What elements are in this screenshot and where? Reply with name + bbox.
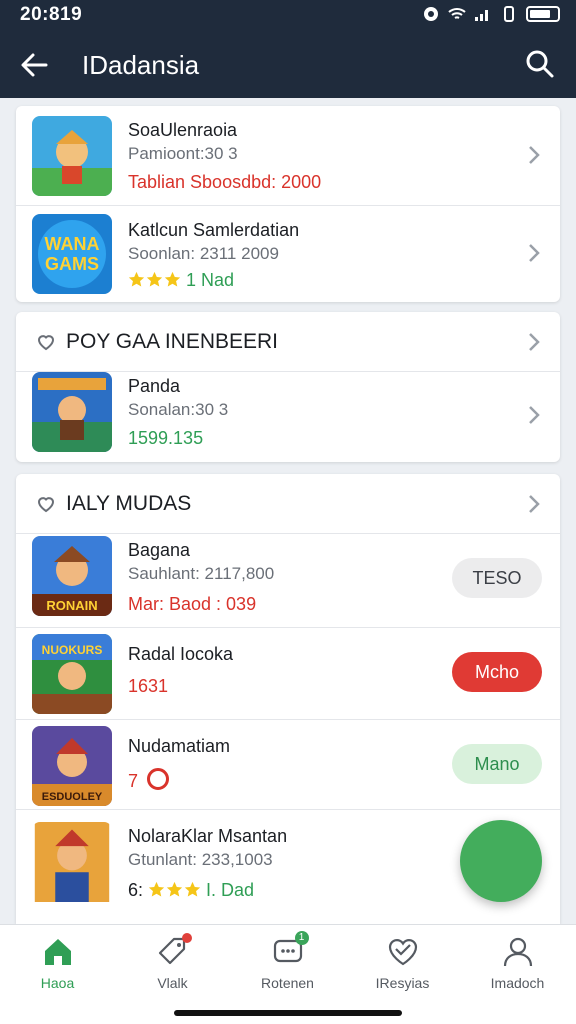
game-thumbnail: NUOKURS xyxy=(32,634,112,714)
rating-prefix: 6: xyxy=(128,880,144,900)
chevron-right-icon xyxy=(529,146,540,164)
nav-label: Imadoch xyxy=(490,975,545,991)
list-item[interactable]: SoaUlenraoia Pamioont:30 3 Tablian Sboos… xyxy=(16,106,560,206)
heart-icon xyxy=(388,939,417,966)
game-thumbnail: WANA GAMS xyxy=(32,214,112,294)
search-icon[interactable] xyxy=(524,48,556,80)
game-meta: Mar: Baod : 039 xyxy=(128,594,257,614)
game-title: Bagana xyxy=(128,540,191,560)
game-meta-value: 7 xyxy=(128,771,139,791)
thumb-label: RONAIN xyxy=(46,598,97,613)
game-subtitle: Sauhlant: 2117,800 xyxy=(128,564,275,583)
list-item[interactable]: WANA GAMS Katlcun Samlerdatian Soonlan: … xyxy=(16,206,560,302)
status-bar: 20:819 xyxy=(0,0,576,30)
tag-icon xyxy=(156,933,192,969)
game-title: Panda xyxy=(128,376,181,396)
nav-item-favorites[interactable]: IResyias xyxy=(345,935,460,991)
list-item[interactable]: NUOKURS Radal Iocoka 1631 Mcho xyxy=(16,628,560,720)
game-subtitle: Sonalan:30 3 xyxy=(128,400,229,419)
section-title: POY GAA INENBEERI xyxy=(66,330,279,353)
section-header[interactable]: POY GAA INENBEERI xyxy=(16,312,560,372)
no-entry-icon xyxy=(147,768,170,790)
chevron-right-icon xyxy=(529,333,540,351)
game-subtitle: Soonlan: 2311 2009 xyxy=(128,244,279,263)
game-thumbnail xyxy=(32,116,112,196)
section-card: POY GAA INENBEERI Panda Sonalan:30 3 159… xyxy=(16,312,560,462)
chat-icon: 1 xyxy=(271,931,309,969)
section-header[interactable]: IALY MUDAS xyxy=(16,474,560,534)
chevron-right-icon xyxy=(529,406,540,424)
nav-label: IResyias xyxy=(375,975,430,991)
game-title: SoaUlenraoia xyxy=(128,120,238,140)
game-meta: 1631 xyxy=(128,676,169,696)
chevron-right-icon xyxy=(529,495,540,513)
app-bar: IDadansia xyxy=(0,30,576,98)
game-thumbnail xyxy=(32,372,112,452)
thumb-label: ESDUOLEY xyxy=(42,791,103,803)
chevron-right-icon xyxy=(529,244,540,262)
game-subtitle: Pamioont:30 3 xyxy=(128,144,238,163)
star-rating-icon xyxy=(128,271,181,288)
notification-badge: 1 xyxy=(294,931,309,945)
battery-icon xyxy=(526,6,560,22)
thumb-label-top: WANA xyxy=(45,234,100,254)
action-button[interactable]: Mano xyxy=(452,744,542,784)
nav-item-home[interactable]: Haoa xyxy=(0,935,115,991)
game-thumbnail: ESDUOLEY xyxy=(32,726,112,806)
section-title: IALY MUDAS xyxy=(66,492,192,515)
game-meta: 1599.135 xyxy=(128,428,204,448)
star-rating-icon xyxy=(148,881,201,898)
back-arrow-icon[interactable] xyxy=(18,48,52,82)
game-title: NolaraKlar Msantan xyxy=(128,826,288,846)
game-rating: 6: I. Dad xyxy=(128,880,254,901)
wifi-icon xyxy=(448,8,466,19)
list-item[interactable]: Panda Sonalan:30 3 1599.135 xyxy=(16,372,560,462)
game-title: Katlcun Samlerdatian xyxy=(128,220,300,240)
featured-card: SoaUlenraoia Pamioont:30 3 Tablian Sboos… xyxy=(16,106,560,302)
vibrate-icon xyxy=(504,6,514,22)
action-button[interactable]: TESO xyxy=(452,558,542,598)
nav-label: Rotenen xyxy=(261,975,314,991)
signal-icon xyxy=(475,10,488,21)
heart-outline-icon[interactable] xyxy=(36,332,56,352)
rating-text: 1 Nad xyxy=(186,270,235,290)
profile-icon xyxy=(503,937,532,967)
action-button[interactable]: Mcho xyxy=(452,652,542,692)
game-rating: 1 Nad xyxy=(128,270,234,291)
thumb-label-bottom: GAMS xyxy=(45,254,99,274)
nav-label: Haoa xyxy=(40,975,75,991)
game-meta: Tablian Sboosdbd: 2000 xyxy=(128,172,322,192)
status-time: 20:819 xyxy=(20,4,83,25)
game-thumbnail xyxy=(32,822,112,908)
system-icons xyxy=(422,6,560,22)
nav-item-tag[interactable]: Vlalk xyxy=(115,933,230,991)
nav-label: Vlalk xyxy=(157,975,188,991)
floating-action-button[interactable] xyxy=(460,820,542,902)
game-thumbnail: RONAIN xyxy=(32,536,112,616)
bottom-nav: Haoa Vlalk 1 Rotenen IResyias Imadoch xyxy=(0,924,576,1024)
rating-text: I. Dad xyxy=(206,880,255,900)
list-item[interactable]: RONAIN Bagana Sauhlant: 2117,800 Mar: Ba… xyxy=(16,534,560,628)
list-item[interactable]: ESDUOLEY Nudamatiam 7 Mano xyxy=(16,720,560,810)
page-title: IDadansia xyxy=(82,50,200,80)
home-indicator xyxy=(174,1010,402,1016)
nav-item-profile[interactable]: Imadoch xyxy=(460,935,575,991)
game-title: Nudamatiam xyxy=(128,736,231,756)
game-title: Radal Iocoka xyxy=(128,644,234,664)
thumb-label: NUOKURS xyxy=(42,643,103,657)
game-meta: 7 xyxy=(128,768,170,792)
notification-dot xyxy=(181,933,192,943)
notification-icon xyxy=(424,7,438,21)
game-subtitle: Gtunlant: 233,1003 xyxy=(128,850,273,869)
home-icon xyxy=(44,939,71,965)
nav-item-chat[interactable]: 1 Rotenen xyxy=(230,931,345,991)
heart-outline-icon[interactable] xyxy=(36,494,56,514)
